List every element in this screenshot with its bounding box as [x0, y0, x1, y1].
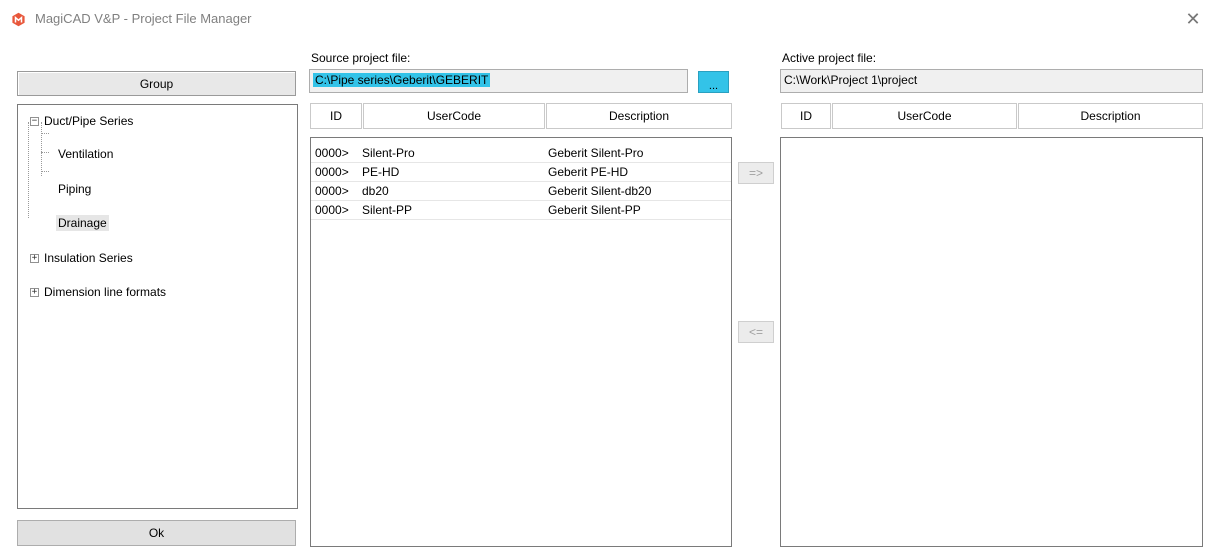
active-col-usercode[interactable]: UserCode	[832, 103, 1017, 129]
expand-icon[interactable]: +	[30, 288, 39, 297]
table-row[interactable]: 0000> db20 Geberit Silent-db20	[311, 182, 731, 201]
tree-node-label: Ventilation	[58, 147, 114, 161]
tree-node-drainage[interactable]: Drainage	[24, 215, 294, 231]
copy-to-source-button[interactable]: <=	[738, 321, 774, 343]
table-row[interactable]: 0000> PE-HD Geberit PE-HD	[311, 163, 731, 182]
title-bar: MagiCAD V&P - Project File Manager ✕	[0, 0, 1211, 38]
tree-node-label: Dimension line formats	[44, 285, 167, 299]
ok-button[interactable]: Ok	[17, 520, 296, 546]
row-id: 0000>	[315, 165, 349, 179]
tree-connector	[28, 122, 29, 218]
row-description: Geberit PE-HD	[548, 165, 629, 179]
copy-to-source-label: <=	[748, 325, 763, 339]
browse-button[interactable]: ...	[698, 71, 729, 93]
column-header-label: Description	[608, 109, 670, 123]
source-col-description[interactable]: Description	[546, 103, 732, 129]
table-row[interactable]: 0000> Silent-Pro Geberit Silent-Pro	[311, 144, 731, 163]
group-tree[interactable]: − Duct/Pipe Series Ventilation Piping Dr…	[17, 104, 298, 509]
column-header-label: ID	[800, 109, 812, 123]
tree-node-label: Drainage	[56, 215, 109, 231]
source-path-text: C:\Pipe series\Geberit\GEBERIT	[313, 73, 491, 87]
row-id: 0000>	[315, 146, 349, 160]
ok-button-label: Ok	[148, 526, 165, 540]
column-header-label: Description	[1080, 109, 1141, 123]
tree-connector	[41, 171, 49, 172]
tree-node-label: Insulation Series	[44, 251, 133, 265]
row-description: Geberit Silent-PP	[548, 203, 641, 217]
tree-node-piping[interactable]: Piping	[24, 181, 294, 197]
expand-icon[interactable]: +	[30, 254, 39, 263]
active-path-text: C:\Work\Project 1\project	[784, 73, 918, 87]
source-col-id[interactable]: ID	[310, 103, 362, 129]
tree-node-duct-pipe-series[interactable]: − Duct/Pipe Series	[24, 113, 294, 129]
group-button[interactable]: Group	[17, 71, 296, 96]
tree-node-ventilation[interactable]: Ventilation	[24, 146, 294, 162]
table-row[interactable]: 0000> Silent-PP Geberit Silent-PP	[311, 201, 731, 220]
tree-node-label: Duct/Pipe Series	[44, 114, 134, 128]
tree-node-insulation-series[interactable]: + Insulation Series	[24, 250, 294, 266]
active-col-id[interactable]: ID	[781, 103, 831, 129]
active-col-description[interactable]: Description	[1018, 103, 1203, 129]
row-usercode: Silent-PP	[362, 203, 413, 217]
copy-to-active-button[interactable]: =>	[738, 162, 774, 184]
tree-connector	[41, 133, 49, 134]
active-series-list[interactable]	[780, 137, 1203, 547]
browse-button-label: ...	[708, 80, 719, 92]
tree-node-dimension-line-formats[interactable]: + Dimension line formats	[24, 284, 294, 300]
copy-to-active-label: =>	[748, 166, 763, 180]
column-header-label: UserCode	[897, 109, 952, 123]
column-header-label: UserCode	[426, 109, 482, 123]
active-path-field[interactable]: C:\Work\Project 1\project	[780, 69, 1203, 93]
row-usercode: Silent-Pro	[362, 146, 415, 160]
source-series-list[interactable]: 0000> Silent-Pro Geberit Silent-Pro 0000…	[310, 137, 732, 547]
row-id: 0000>	[315, 203, 349, 217]
row-id: 0000>	[315, 184, 349, 198]
source-project-label: Source project file:	[311, 51, 411, 65]
row-usercode: db20	[362, 184, 389, 198]
group-button-label: Group	[139, 76, 174, 91]
collapse-icon[interactable]: −	[30, 117, 39, 126]
column-header-label: ID	[330, 109, 342, 123]
magicad-logo-icon	[12, 12, 25, 27]
source-path-field[interactable]: C:\Pipe series\Geberit\GEBERIT	[309, 69, 688, 93]
source-col-usercode[interactable]: UserCode	[363, 103, 545, 129]
tree-node-label: Piping	[58, 182, 92, 196]
close-icon[interactable]: ✕	[1183, 9, 1203, 29]
row-usercode: PE-HD	[362, 165, 400, 179]
active-project-label: Active project file:	[782, 51, 877, 65]
row-description: Geberit Silent-db20	[548, 184, 652, 198]
row-description: Geberit Silent-Pro	[548, 146, 644, 160]
window-title: MagiCAD V&P - Project File Manager	[35, 11, 252, 26]
